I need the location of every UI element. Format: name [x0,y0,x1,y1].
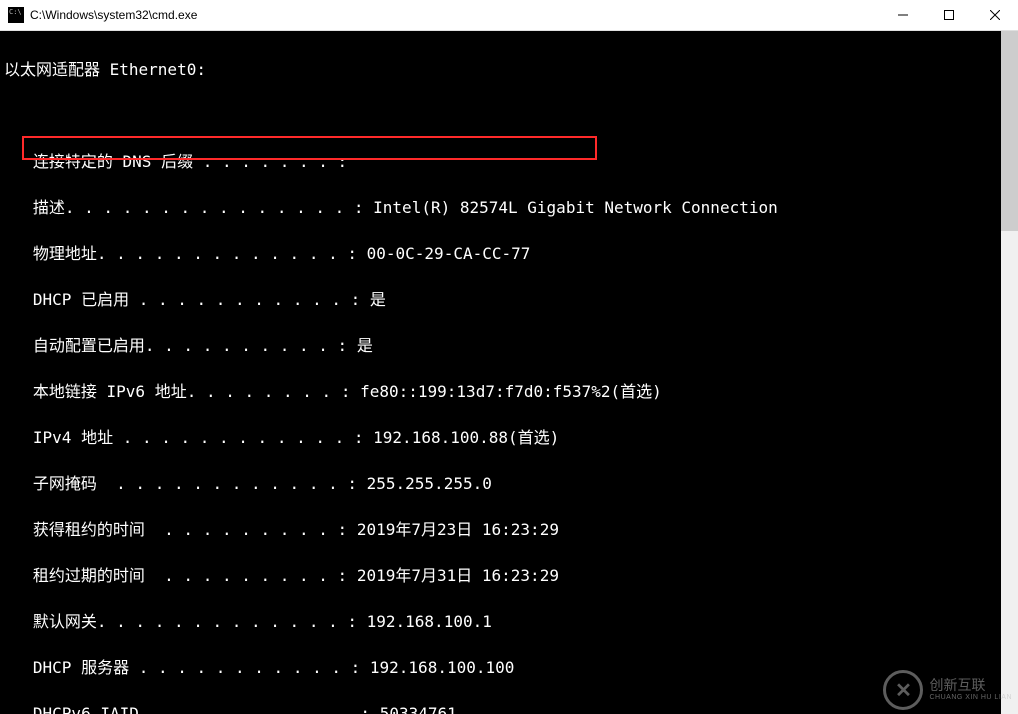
output-line-highlighted: 物理地址. . . . . . . . . . . . . : 00-0C-29… [0,242,1018,265]
label: 本地链接 IPv6 地址. . . . . . . . : [4,382,360,401]
value: 192.168.100.1 [367,612,492,631]
output-line: 获得租约的时间 . . . . . . . . . : 2019年7月23日 1… [0,518,1018,541]
output-line: DHCPv6 IAID . . . . . . . . . . . : 5033… [0,702,1018,714]
label: 连接特定的 DNS 后缀 . . . . . . . : [4,152,357,171]
label: 物理地址. . . . . . . . . . . . . : [4,244,367,263]
titlebar[interactable]: C:\Windows\system32\cmd.exe [0,0,1018,31]
output-line: DHCP 已启用 . . . . . . . . . . . : 是 [0,288,1018,311]
label: DHCP 服务器 . . . . . . . . . . . : [4,658,370,677]
scroll-thumb[interactable] [1001,31,1018,231]
label: DHCP 已启用 . . . . . . . . . . . : [4,290,370,309]
watermark-icon: ✕ [883,670,923,710]
label: 租约过期的时间 . . . . . . . . . : [4,566,357,585]
output-line: DHCP 服务器 . . . . . . . . . . . : 192.168… [0,656,1018,679]
output-line: 自动配置已启用. . . . . . . . . . : 是 [0,334,1018,357]
value: Intel(R) 82574L Gigabit Network Connecti… [373,198,778,217]
minimize-button[interactable] [880,0,926,31]
output-line: 子网掩码 . . . . . . . . . . . . : 255.255.2… [0,472,1018,495]
output-line: 默认网关. . . . . . . . . . . . . : 192.168.… [0,610,1018,633]
value: 00-0C-29-CA-CC-77 [367,244,531,263]
watermark-cn: 创新互联 [929,678,1012,693]
window-controls [880,0,1018,31]
value: 2019年7月31日 16:23:29 [357,566,559,585]
watermark: ✕ 创新互联 CHUANG XIN HU LIAN [883,670,1012,710]
vertical-scrollbar[interactable] [1001,31,1018,714]
cmd-icon [8,7,24,23]
value: 2019年7月23日 16:23:29 [357,520,559,539]
cmd-window: C:\Windows\system32\cmd.exe 以太网适配器 Ether… [0,0,1018,714]
value: 255.255.255.0 [367,474,492,493]
label: IPv4 地址 . . . . . . . . . . . . : [4,428,373,447]
output-line: IPv4 地址 . . . . . . . . . . . . : 192.16… [0,426,1018,449]
watermark-en: CHUANG XIN HU LIAN [929,694,1012,702]
label: DHCPv6 IAID . . . . . . . . . . . : [4,704,380,714]
value: 192.168.100.88(首选) [373,428,559,447]
output-line: 连接特定的 DNS 后缀 . . . . . . . : [0,150,1018,173]
value: 是 [370,290,386,309]
value: 是 [357,336,373,355]
label: 描述. . . . . . . . . . . . . . . : [4,198,373,217]
label: 获得租约的时间 . . . . . . . . . : [4,520,357,539]
label: 子网掩码 . . . . . . . . . . . . : [4,474,367,493]
value: 50334761 [380,704,457,714]
adapter-header: 以太网适配器 Ethernet0: [0,58,1018,81]
output-line: 租约过期的时间 . . . . . . . . . : 2019年7月31日 1… [0,564,1018,587]
window-title: C:\Windows\system32\cmd.exe [30,8,880,22]
blank-line [0,104,1018,127]
label: 默认网关. . . . . . . . . . . . . : [4,612,367,631]
value: 192.168.100.100 [370,658,515,677]
label: 自动配置已启用. . . . . . . . . . : [4,336,357,355]
close-button[interactable] [972,0,1018,31]
console-output[interactable]: 以太网适配器 Ethernet0: 连接特定的 DNS 后缀 . . . . .… [0,31,1018,714]
output-line: 本地链接 IPv6 地址. . . . . . . . : fe80::199:… [0,380,1018,403]
maximize-button[interactable] [926,0,972,31]
watermark-text: 创新互联 CHUANG XIN HU LIAN [929,678,1012,701]
value: fe80::199:13d7:f7d0:f537%2(首选) [360,382,662,401]
output-line: 描述. . . . . . . . . . . . . . . : Intel(… [0,196,1018,219]
